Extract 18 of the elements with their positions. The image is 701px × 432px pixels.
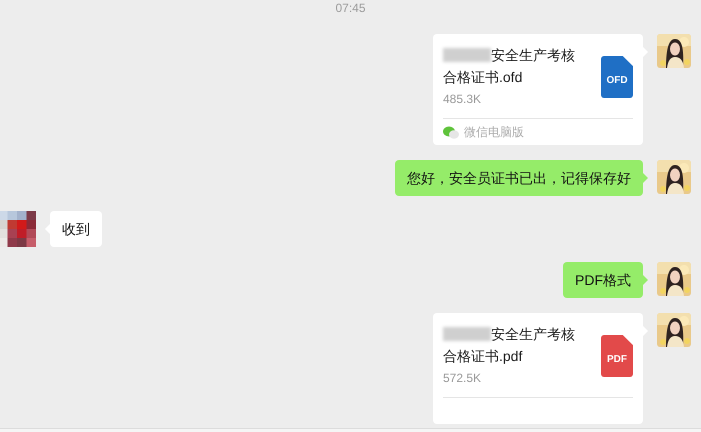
source-label: 微信电脑版 xyxy=(464,124,524,141)
message-bubble: 收到 xyxy=(50,211,102,247)
message-bubble: 您好，安全员证书已出，记得保存好 xyxy=(395,160,643,196)
file-card[interactable]: 安全生产考核 合格证书.pdf 572.5K PDF xyxy=(433,313,643,424)
file-name: 合格证书.pdf xyxy=(443,347,522,366)
file-size: 572.5K xyxy=(443,370,482,387)
timestamp: 07:45 xyxy=(335,1,366,17)
file-size: 485.3K xyxy=(443,91,482,108)
file-type-icon: PDF xyxy=(601,335,633,377)
bubble-tail xyxy=(643,173,648,183)
chat-bubbles-icon xyxy=(443,126,459,138)
message-bubble: PDF格式 xyxy=(563,262,643,298)
file-name: 安全生产考核 xyxy=(491,46,575,65)
file-type-icon: OFD xyxy=(601,56,633,98)
bubble-tail xyxy=(643,275,648,285)
file-name: 安全生产考核 xyxy=(491,325,575,344)
file-name: 合格证书.ofd xyxy=(443,68,522,87)
file-card[interactable]: 安全生产考核 合格证书.ofd 485.3K OFD 微信电脑版 xyxy=(433,34,643,145)
